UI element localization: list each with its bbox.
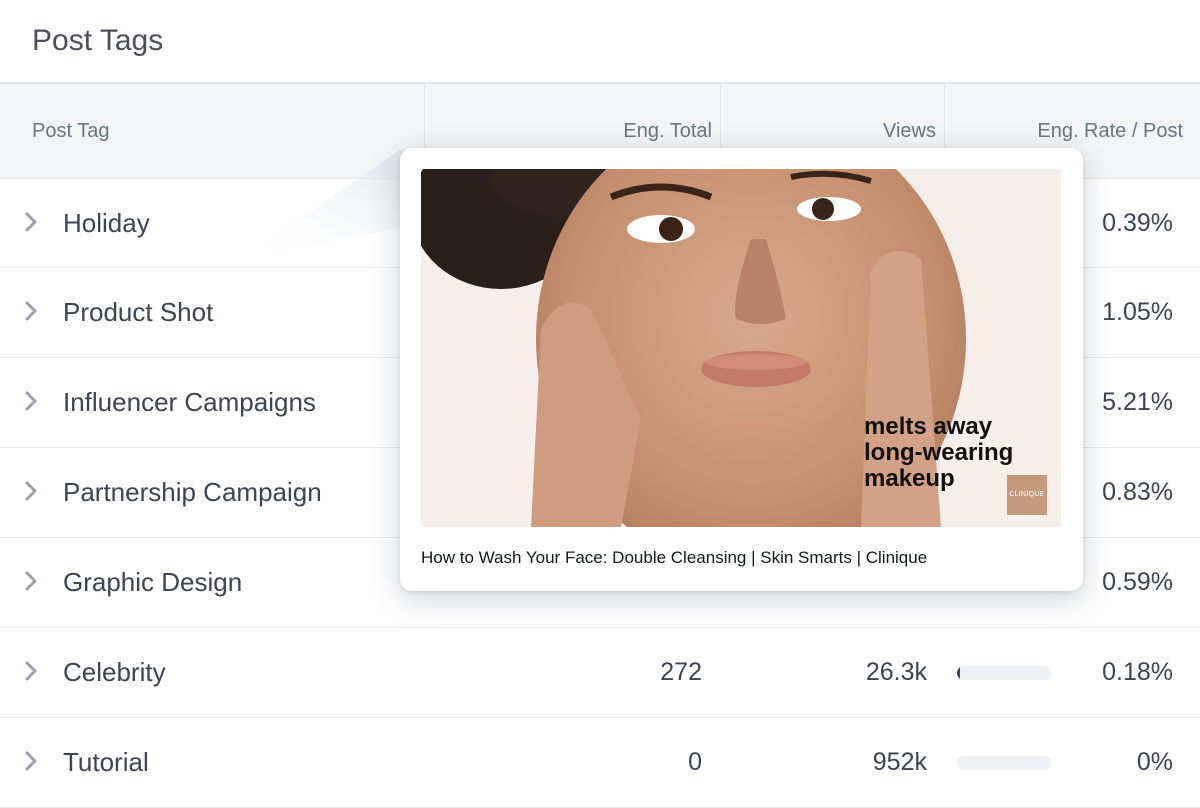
brand-badge: CLINIQUE — [1007, 475, 1047, 515]
eng-total-value: 272 — [660, 658, 702, 686]
eng-rate-value: 5.21% — [1102, 388, 1173, 416]
views-value: 952k — [872, 748, 927, 776]
post-tag-name: Holiday — [63, 208, 150, 238]
eng-rate-value: 0.59% — [1102, 568, 1173, 596]
overlay-line: makeup — [864, 465, 955, 492]
eng-total-value: 0 — [688, 748, 702, 776]
chevron-right-icon[interactable] — [20, 480, 42, 502]
eng-rate-bar — [957, 666, 1051, 680]
overlay-line: melts away — [864, 413, 993, 440]
chevron-right-icon[interactable] — [20, 211, 42, 233]
chevron-right-icon[interactable] — [20, 390, 42, 412]
table-row[interactable]: Celebrity 272 26.3k 0.18% — [0, 628, 1200, 718]
eng-rate-value: 0% — [1136, 748, 1173, 776]
eng-rate-value: 1.05% — [1102, 298, 1173, 326]
chevron-right-icon[interactable] — [20, 570, 42, 592]
post-tag-name: Tutorial — [63, 747, 149, 777]
post-preview-popover: melts away long-wearing makeup CLINIQUE … — [400, 148, 1083, 591]
eng-rate-bar — [957, 756, 1051, 770]
thumbnail-overlay-text: melts away long-wearing makeup — [864, 414, 1013, 492]
post-tag-name: Product Shot — [63, 297, 214, 327]
post-tag-name: Graphic Design — [63, 567, 243, 597]
post-tag-name: Partnership Campaign — [63, 477, 322, 507]
overlay-line: long-wearing — [864, 439, 1014, 466]
page-header: Post Tags — [0, 0, 1200, 84]
eng-rate-value: 0.39% — [1102, 209, 1173, 237]
views-value: 26.3k — [865, 658, 927, 686]
table-row[interactable]: Tutorial 0 952k 0% — [0, 718, 1200, 808]
eng-rate-value: 0.83% — [1102, 478, 1173, 506]
post-tag-name: Celebrity — [63, 657, 166, 687]
eng-rate-bar-fill — [957, 666, 960, 680]
column-header-post-tag[interactable]: Post Tag — [32, 84, 109, 178]
chevron-right-icon[interactable] — [20, 750, 42, 772]
video-thumbnail[interactable]: melts away long-wearing makeup CLINIQUE — [421, 169, 1061, 527]
page-title: Post Tags — [32, 24, 164, 57]
post-tag-name: Influencer Campaigns — [63, 387, 316, 417]
chevron-right-icon[interactable] — [20, 660, 42, 682]
chevron-right-icon[interactable] — [20, 300, 42, 322]
eng-rate-value: 0.18% — [1102, 658, 1173, 686]
video-caption[interactable]: How to Wash Your Face: Double Cleansing … — [421, 548, 927, 568]
